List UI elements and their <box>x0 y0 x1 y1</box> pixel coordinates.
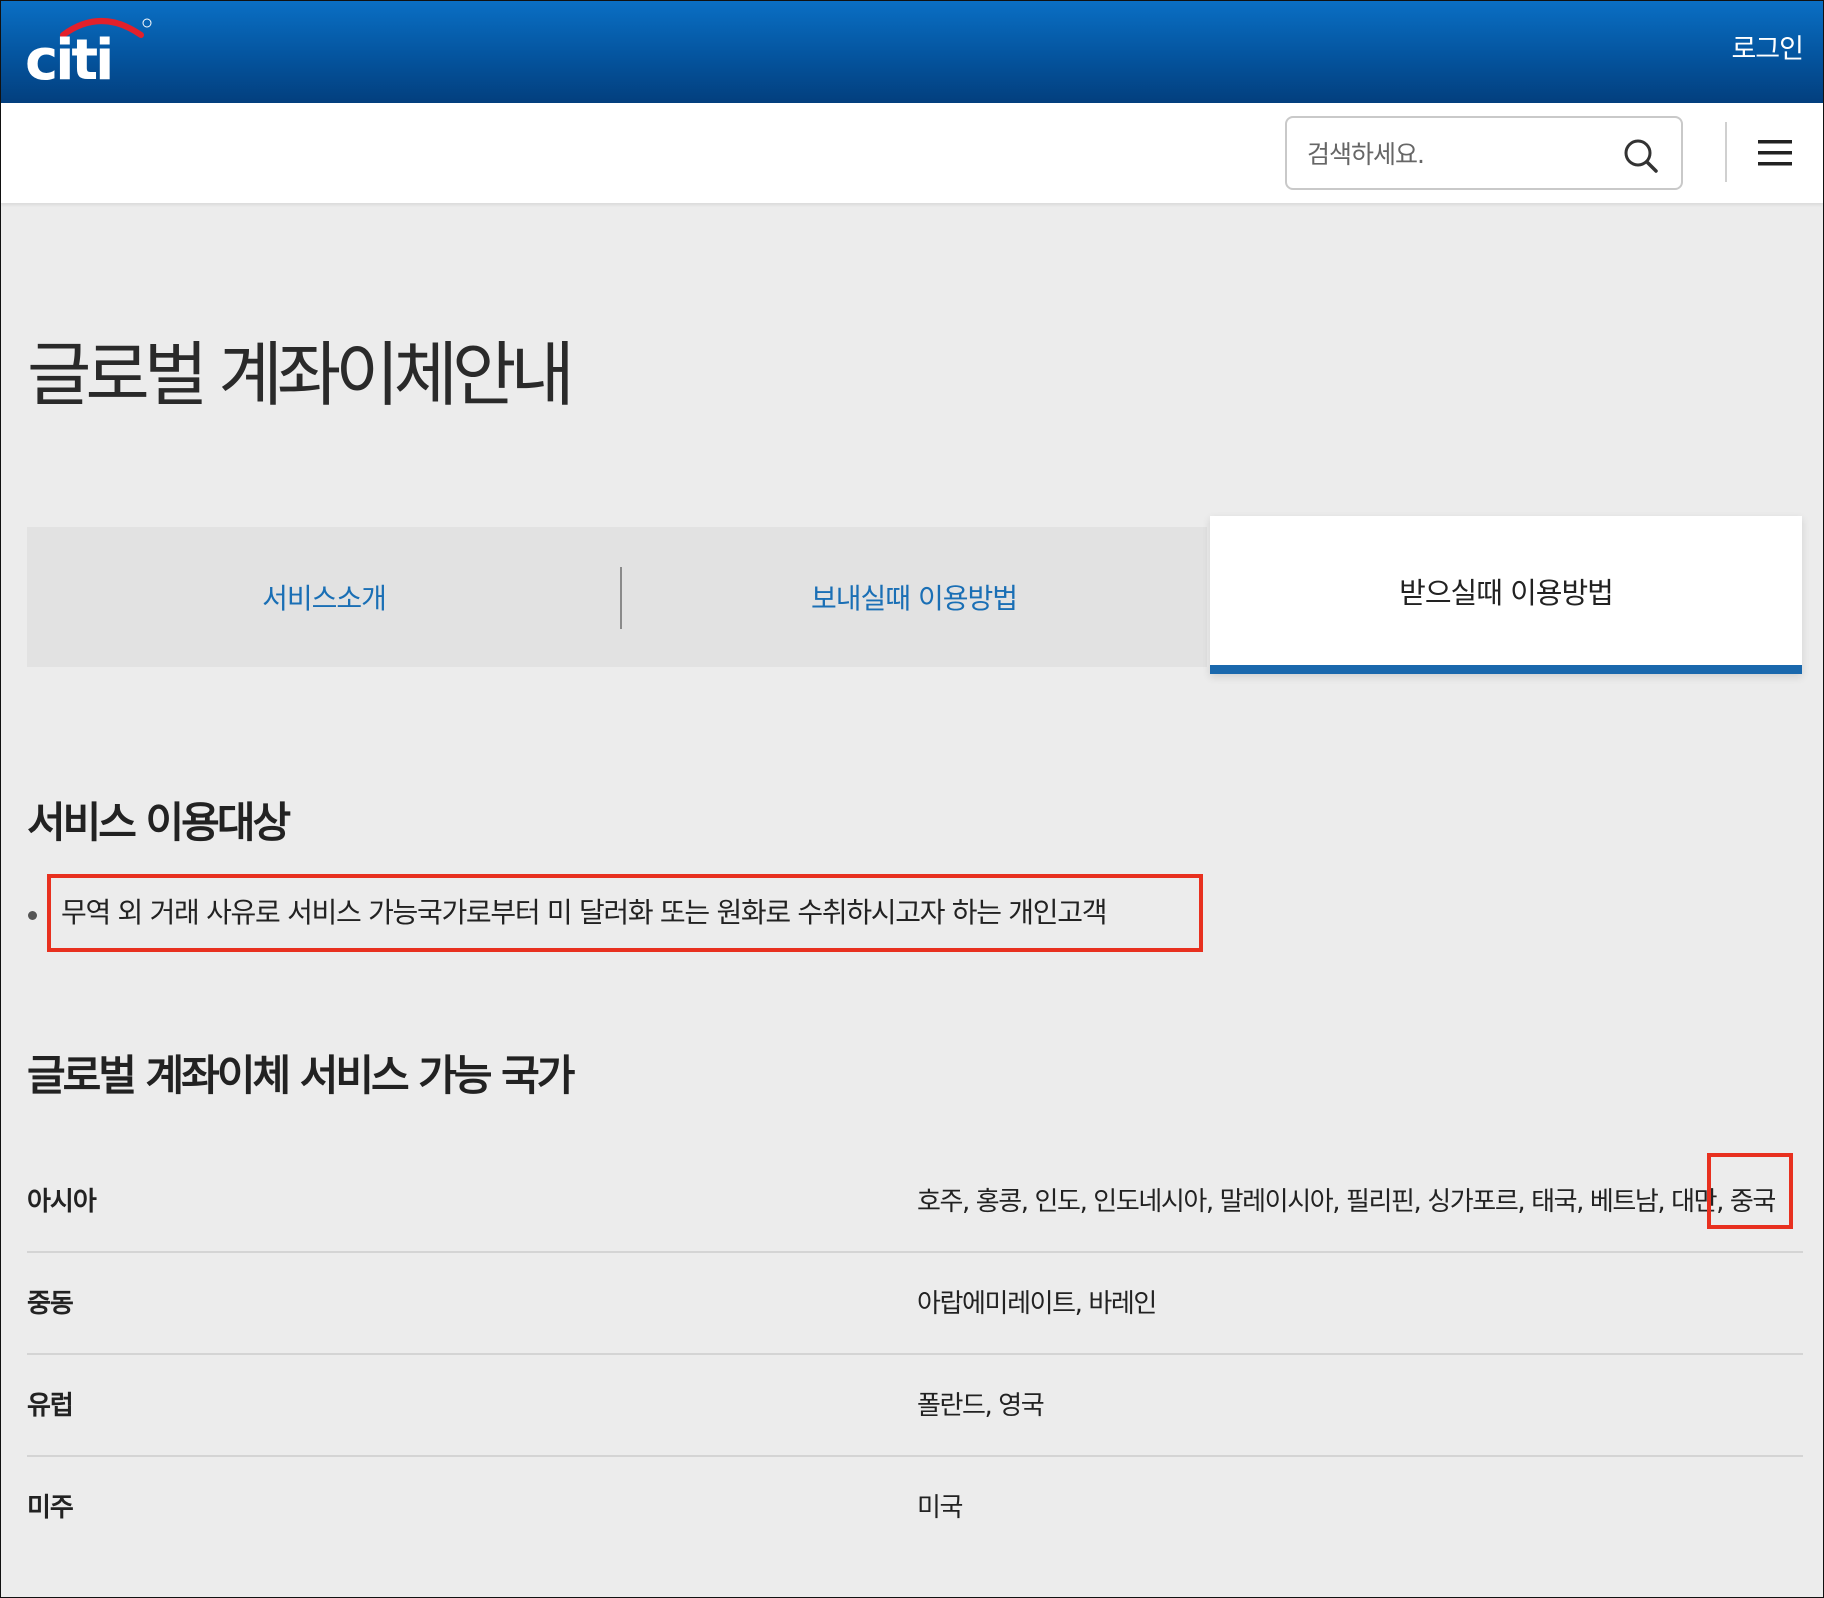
table-row: 미주 미국 <box>27 1457 1803 1557</box>
search-box[interactable] <box>1285 116 1683 190</box>
bullet-icon <box>28 911 37 920</box>
page-title: 글로벌 계좌이체안내 <box>27 334 575 416</box>
active-tab-indicator <box>1210 665 1802 674</box>
tab-how-to-send[interactable]: 보내실때 이용방법 <box>621 527 1207 667</box>
search-icon[interactable] <box>1623 138 1659 174</box>
page-frame: citi 로그인 글로벌 계좌이체안내 서비스소개 보내실때 이용방법 받으실때… <box>0 0 1824 1598</box>
top-bar: citi 로그인 <box>1 1 1823 103</box>
logo-text: citi <box>25 28 111 87</box>
tab-bar: 서비스소개 보내실때 이용방법 <box>27 527 1207 667</box>
country-list: 폴란드, 영국 <box>917 1391 1045 1421</box>
table-row: 유럽 폴란드, 영국 <box>27 1355 1803 1457</box>
login-link[interactable]: 로그인 <box>1731 27 1804 66</box>
hamburger-menu-icon[interactable] <box>1758 138 1792 168</box>
citi-logo[interactable]: citi <box>23 7 163 87</box>
header-divider <box>1725 122 1727 182</box>
tab-how-to-receive-label: 받으실때 이용방법 <box>1399 576 1614 610</box>
table-row: 중동 아랍에미레이트, 바레인 <box>27 1253 1803 1355</box>
region-label: 유럽 <box>27 1391 74 1421</box>
table-row: 아시아 호주, 홍콩, 인도, 인도네시아, 말레이시아, 필리핀, 싱가포르,… <box>27 1151 1803 1253</box>
country-list: 아랍에미레이트, 바레인 <box>917 1289 1157 1319</box>
country-list: 미국 <box>917 1493 963 1523</box>
tab-service-intro[interactable]: 서비스소개 <box>27 527 621 667</box>
country-list: 호주, 홍콩, 인도, 인도네시아, 말레이시아, 필리핀, 싱가포르, 태국,… <box>917 1187 1776 1217</box>
region-label: 아시아 <box>27 1187 97 1217</box>
service-target-item: 무역 외 거래 사유로 서비스 가능국가로부터 미 달러화 또는 원화로 수취하… <box>61 896 1107 929</box>
section-heading-available-countries: 글로벌 계좌이체 서비스 가능 국가 <box>27 1051 575 1100</box>
region-label: 중동 <box>27 1289 74 1319</box>
country-table: 아시아 호주, 홍콩, 인도, 인도네시아, 말레이시아, 필리핀, 싱가포르,… <box>27 1151 1803 1557</box>
search-input[interactable] <box>1305 130 1609 178</box>
header-bar <box>1 103 1823 203</box>
tab-how-to-receive[interactable]: 받으실때 이용방법 <box>1210 516 1802 674</box>
section-heading-service-target: 서비스 이용대상 <box>27 798 291 847</box>
region-label: 미주 <box>27 1493 74 1523</box>
